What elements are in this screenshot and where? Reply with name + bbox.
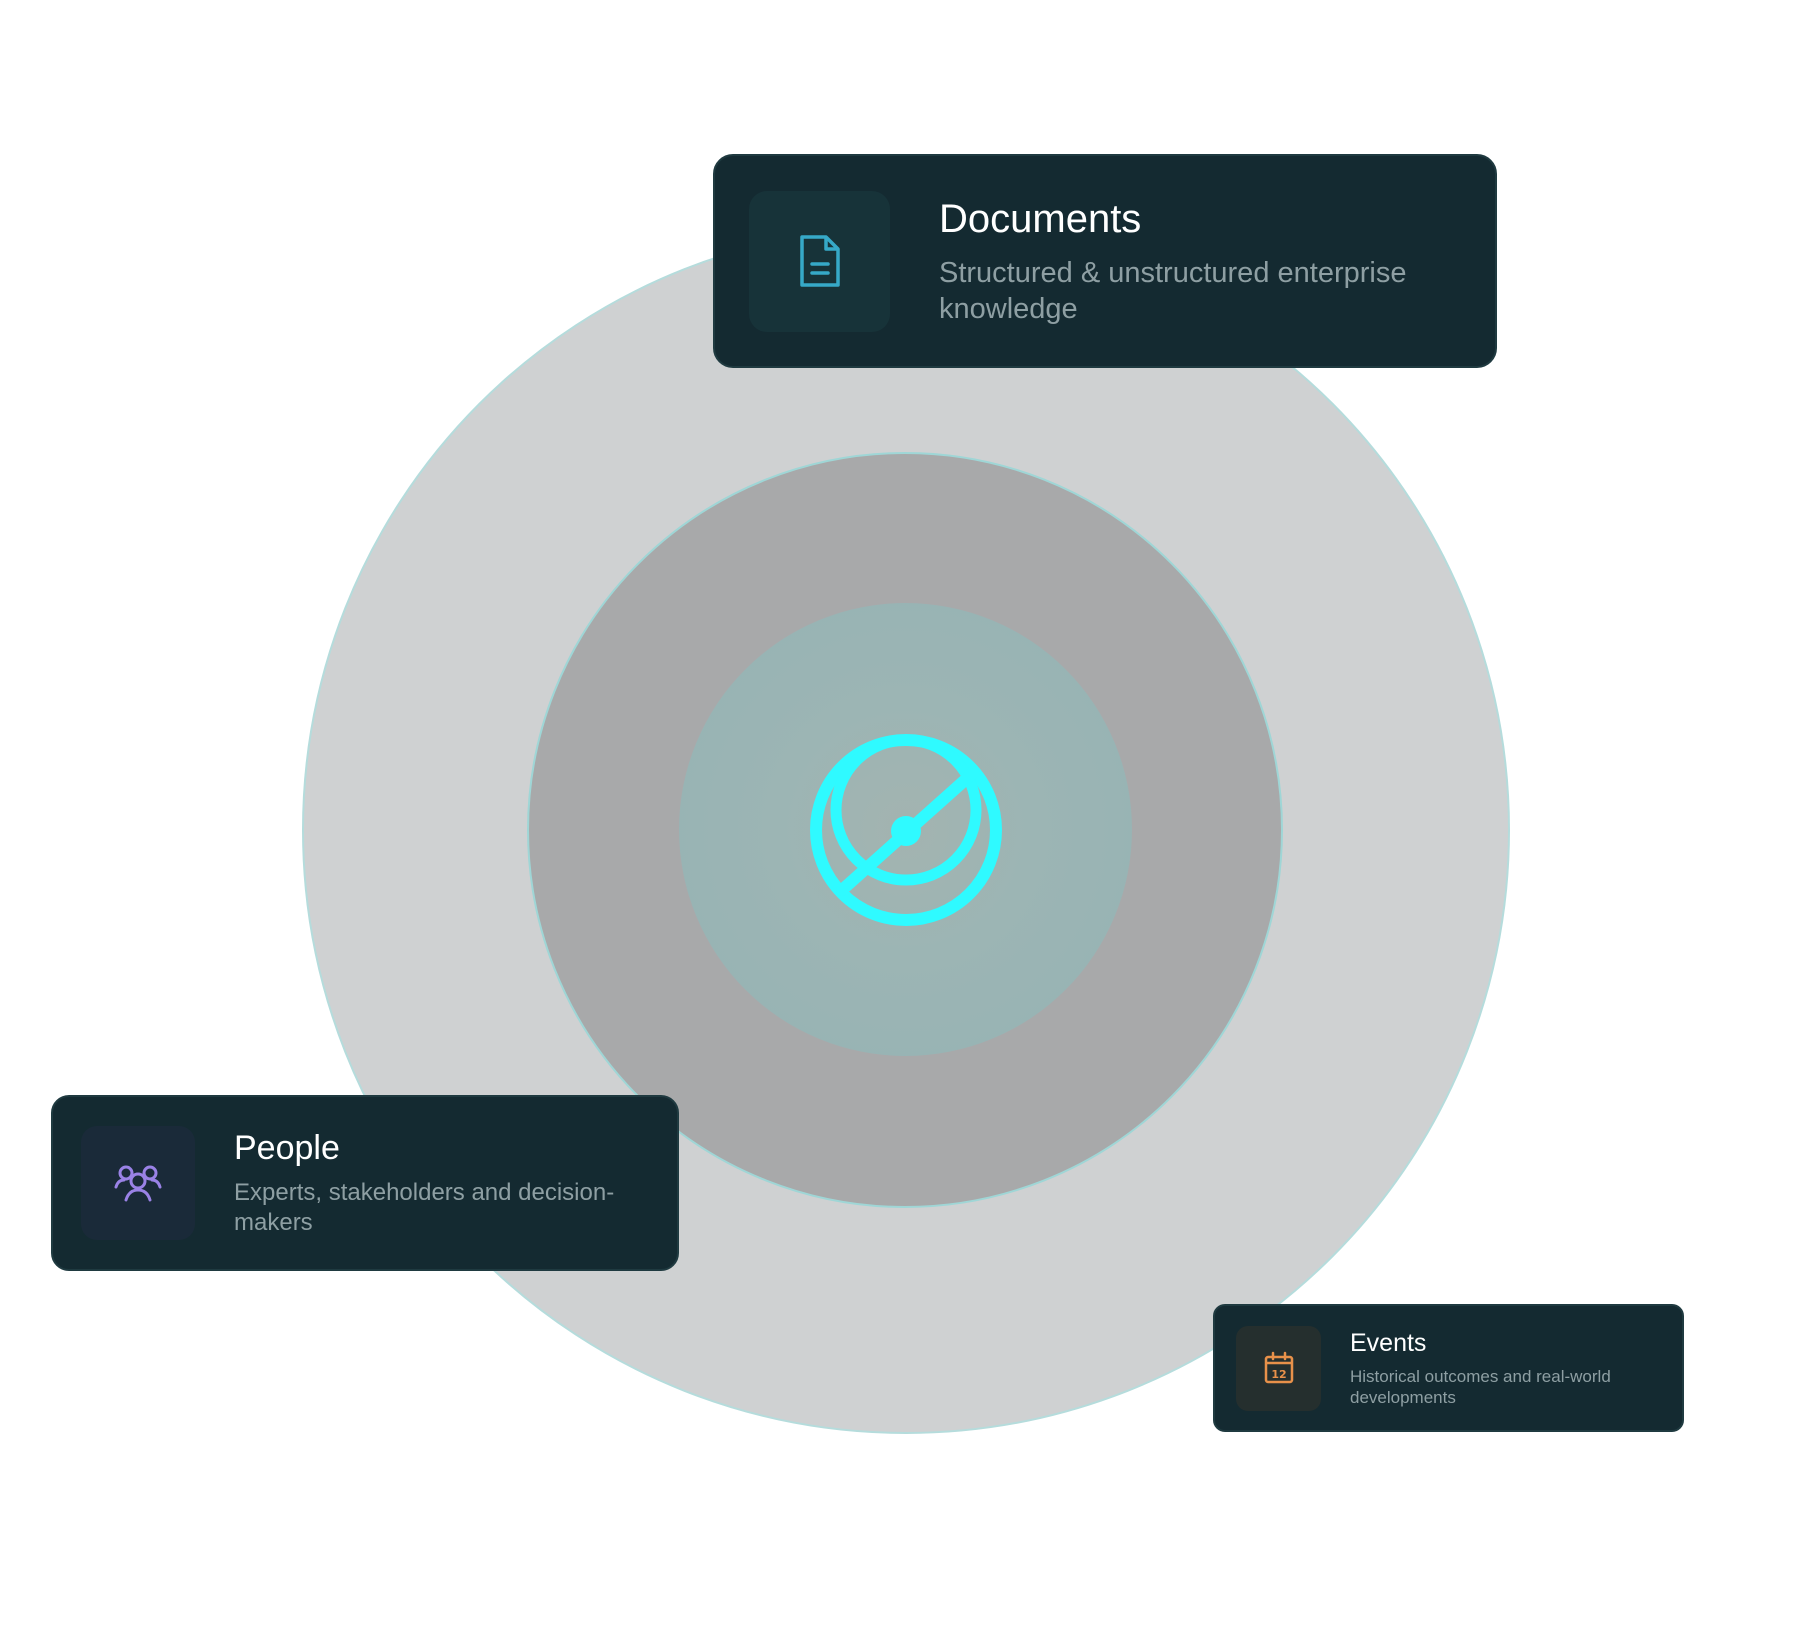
people-card[interactable]: People Experts, stakeholders and decisio… [51,1095,679,1271]
documents-title: Documents [939,197,1142,241]
events-description: Historical outcomes and real-world devel… [1350,1367,1611,1407]
people-icon-box [81,1126,195,1240]
people-description: Experts, stakeholders and decision-maker… [234,1179,615,1236]
knowledge-sources-diagram: Documents Structured & unstructured ente… [0,0,1800,1650]
documents-description: Structured & unstructured enterprise kno… [939,257,1407,325]
events-title: Events [1350,1329,1427,1357]
people-icon [114,1165,162,1202]
documents-card[interactable]: Documents Structured & unstructured ente… [713,154,1497,368]
events-icon-box: 12 [1236,1325,1321,1411]
compass-icon [810,734,1002,926]
people-title: People [234,1129,340,1167]
calendar-icon: 12 [1264,1351,1293,1384]
calendar-icon-label: 12 [1271,1368,1286,1381]
document-icon [799,235,840,287]
events-card[interactable]: 12 Events Historical outcomes and real-w… [1213,1304,1684,1432]
documents-icon-box [749,190,890,332]
